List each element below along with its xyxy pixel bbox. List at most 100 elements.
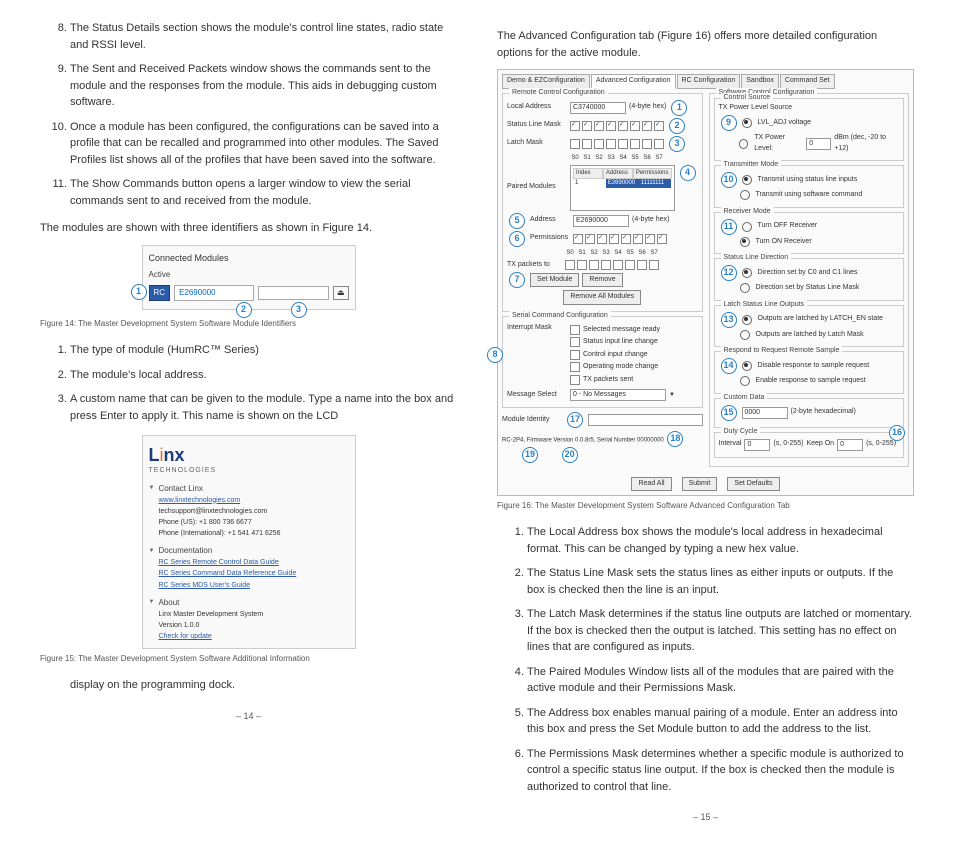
remove-button[interactable]: Remove	[582, 273, 622, 288]
txmode-radio-2[interactable]	[740, 190, 750, 200]
status-chk[interactable]	[570, 121, 580, 131]
tab-commandset[interactable]: Command Set	[780, 74, 835, 89]
chevron-down-icon[interactable]: ▼	[669, 391, 675, 400]
latch-chk[interactable]	[570, 139, 580, 149]
perm-chk[interactable]	[621, 234, 631, 244]
txmode-radio-1[interactable]	[742, 175, 752, 185]
doc-link-1[interactable]: RC Series Remote Control Data Guide	[159, 559, 279, 566]
perm-chk[interactable]	[585, 234, 595, 244]
doc-link-3[interactable]: RC Series MDS User's Guide	[159, 582, 251, 589]
tab-advanced[interactable]: Advanced Configuration	[591, 74, 676, 89]
latch-radio-1[interactable]	[742, 315, 752, 325]
eject-icon[interactable]: ⏏	[333, 286, 349, 300]
tab-bar: Demo & EZConfiguration Advanced Configur…	[502, 74, 909, 89]
txmode-opt1: Transmit using status line inputs	[758, 175, 858, 186]
tx-src-opt2: TX Power Level:	[754, 133, 803, 154]
resp-radio-2[interactable]	[740, 376, 750, 386]
callout-1: 1	[131, 284, 147, 300]
read-all-button[interactable]: Read All	[631, 477, 671, 492]
status-chk[interactable]	[618, 121, 628, 131]
msg-select-dropdown[interactable]: 0 - No Messages	[570, 389, 666, 401]
rxmode-radio-2[interactable]	[740, 237, 750, 247]
sldir-radio-2[interactable]	[740, 283, 750, 293]
callout-3: 3	[291, 302, 307, 318]
status-chk[interactable]	[630, 121, 640, 131]
unit2: (s, 0-255)	[866, 439, 896, 450]
custom-name-field[interactable]	[258, 286, 329, 300]
status-chk[interactable]	[594, 121, 604, 131]
hex-suffix: (4-byte hex)	[629, 102, 666, 113]
submit-button[interactable]: Submit	[682, 477, 718, 492]
status-chk[interactable]	[642, 121, 652, 131]
latch-chk[interactable]	[618, 139, 628, 149]
sldir-opt1: Direction set by C0 and C1 lines	[758, 268, 858, 279]
contact-head[interactable]: Contact Linx	[149, 483, 349, 495]
check-update-link[interactable]: Check for update	[159, 633, 212, 640]
address-input[interactable]: E2690000	[573, 215, 629, 227]
int-chk[interactable]	[570, 337, 580, 347]
custom-data-input[interactable]: 0000	[742, 407, 788, 419]
tx-chk[interactable]	[625, 260, 635, 270]
custom-suffix: (2-byte hexadecimal)	[791, 407, 856, 418]
module-identity-input[interactable]	[588, 414, 703, 426]
status-chk[interactable]	[582, 121, 592, 131]
perm-chk[interactable]	[633, 234, 643, 244]
tab-sandbox[interactable]: Sandbox	[741, 74, 779, 89]
int-chk[interactable]	[570, 375, 580, 385]
documentation-head[interactable]: Documentation	[149, 545, 349, 557]
tx-src-radio-1[interactable]	[742, 118, 752, 128]
perm-chk[interactable]	[609, 234, 619, 244]
remove-all-button[interactable]: Remove All Modules	[563, 290, 641, 305]
latch-chk[interactable]	[642, 139, 652, 149]
latch-chk[interactable]	[594, 139, 604, 149]
int-opt: Operating mode change	[583, 362, 658, 373]
callout-9: 9	[721, 115, 737, 131]
cell-address[interactable]: E2690000	[606, 179, 639, 188]
sldir-opt2: Direction set by Status Line Mask	[756, 283, 860, 294]
interval-input[interactable]: 0	[744, 439, 770, 451]
latch-chk[interactable]	[606, 139, 616, 149]
tab-demo[interactable]: Demo & EZConfiguration	[502, 74, 590, 89]
latch-radio-2[interactable]	[740, 330, 750, 340]
sldir-radio-1[interactable]	[742, 268, 752, 278]
perm-chk[interactable]	[597, 234, 607, 244]
paired-modules-list[interactable]: Index Address Permissions 1 E2690000 111…	[570, 165, 675, 211]
tx-chk[interactable]	[589, 260, 599, 270]
latch-chk[interactable]	[654, 139, 664, 149]
module-type-badge[interactable]: RC	[149, 285, 171, 301]
tx-power-input[interactable]: 0	[806, 138, 831, 150]
rxmode-legend: Receiver Mode	[721, 207, 774, 218]
list-item: Once a module has been configured, the c…	[70, 119, 457, 169]
status-chk[interactable]	[606, 121, 616, 131]
rxmode-radio-1[interactable]	[742, 222, 752, 232]
tx-chk[interactable]	[601, 260, 611, 270]
perm-chk[interactable]	[573, 234, 583, 244]
resp-radio-1[interactable]	[742, 361, 752, 371]
perm-chk[interactable]	[657, 234, 667, 244]
tx-src-radio-2[interactable]	[739, 139, 749, 149]
module-address-field[interactable]: E2690000	[174, 285, 253, 301]
doc-link-2[interactable]: RC Series Command Data Reference Guide	[159, 570, 297, 577]
int-chk[interactable]	[570, 362, 580, 372]
tab-rcconfig[interactable]: RC Configuration	[677, 74, 741, 89]
tx-chk[interactable]	[649, 260, 659, 270]
set-defaults-button[interactable]: Set Defaults	[727, 477, 779, 492]
tx-chk[interactable]	[577, 260, 587, 270]
int-chk[interactable]	[570, 350, 580, 360]
status-chk[interactable]	[654, 121, 664, 131]
perm-chk[interactable]	[645, 234, 655, 244]
latch-chk[interactable]	[582, 139, 592, 149]
tx-chk[interactable]	[565, 260, 575, 270]
set-module-button[interactable]: Set Module	[530, 273, 579, 288]
website-link[interactable]: www.linxtechnologies.com	[159, 497, 241, 504]
list-item: The module's local address.	[70, 367, 457, 384]
about-head[interactable]: About	[149, 597, 349, 609]
interval-label: Interval	[719, 439, 742, 450]
tx-chk[interactable]	[613, 260, 623, 270]
tx-chk[interactable]	[637, 260, 647, 270]
callout-13: 13	[721, 312, 737, 328]
latch-chk[interactable]	[630, 139, 640, 149]
keepon-input[interactable]: 0	[837, 439, 863, 451]
int-chk[interactable]	[570, 325, 580, 335]
local-address-input[interactable]: C3740000	[570, 102, 626, 114]
